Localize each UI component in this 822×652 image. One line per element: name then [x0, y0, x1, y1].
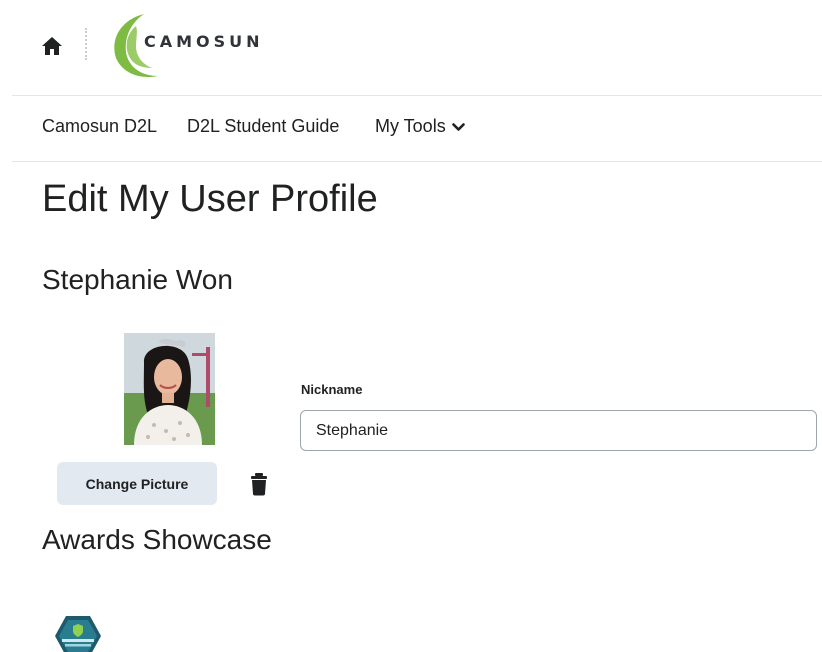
- nav-item-my-tools[interactable]: My Tools: [375, 116, 465, 137]
- site-header: CAMOSUN: [0, 0, 822, 96]
- navigation-bar: Camosun D2L D2L Student Guide My Tools: [0, 96, 822, 161]
- profile-picture: [124, 333, 215, 445]
- page: CAMOSUN Camosun D2L D2L Student Guide My…: [0, 0, 822, 652]
- nav-item-d2l-student-guide[interactable]: D2L Student Guide: [187, 116, 339, 137]
- awards-showcase-heading: Awards Showcase: [42, 524, 272, 555]
- home-icon[interactable]: [40, 34, 64, 58]
- logo-text: CAMOSUN: [144, 32, 264, 51]
- nav-item-my-tools-label: My Tools: [375, 116, 446, 136]
- chevron-down-icon: [451, 123, 465, 132]
- header-divider: [85, 28, 87, 60]
- change-picture-button[interactable]: Change Picture: [57, 462, 217, 505]
- nav-rule: [12, 161, 822, 162]
- nav-item-camosun-d2l[interactable]: Camosun D2L: [42, 116, 157, 137]
- camosun-logo[interactable]: CAMOSUN: [106, 10, 296, 82]
- page-title: Edit My User Profile: [42, 178, 378, 220]
- profile-photo: [124, 333, 215, 445]
- user-name-heading: Stephanie Won: [42, 264, 233, 295]
- academic-integrity-badge-icon[interactable]: [54, 614, 102, 652]
- trash-icon[interactable]: [249, 472, 269, 496]
- nickname-label: Nickname: [301, 382, 363, 397]
- nickname-input[interactable]: [300, 410, 817, 451]
